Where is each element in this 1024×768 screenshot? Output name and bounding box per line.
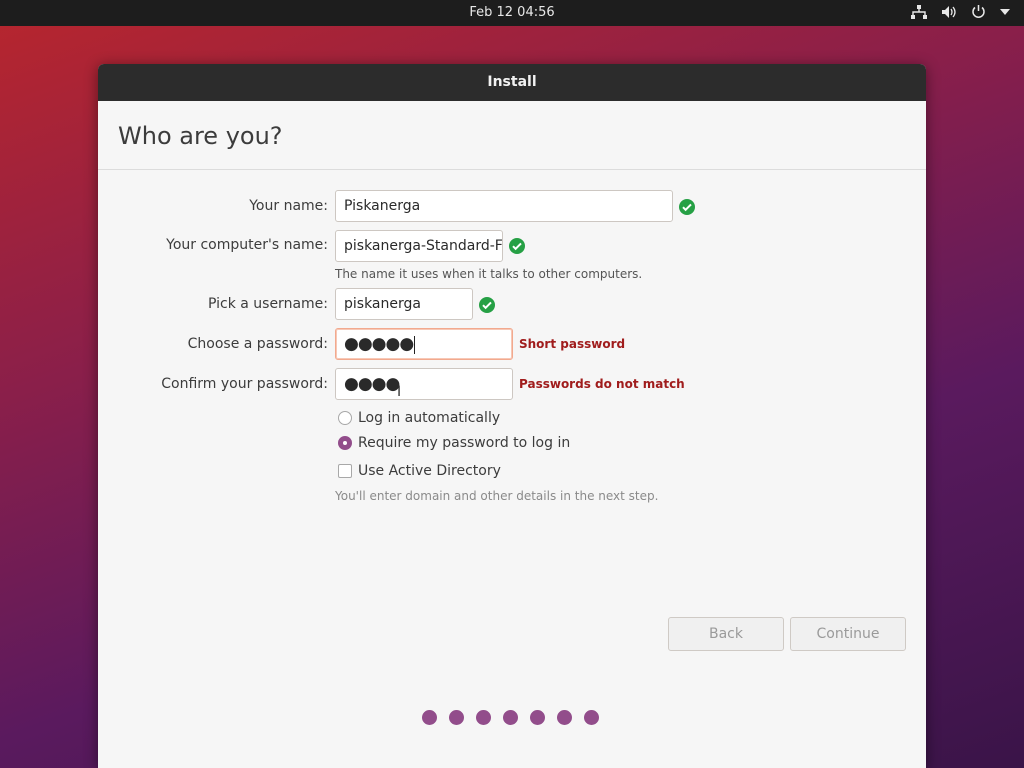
computer-name-label: Your computer's name:: [166, 237, 328, 253]
username-label: Pick a username:: [207, 296, 328, 312]
text-cursor-icon: I: [397, 384, 402, 400]
password-input[interactable]: ●●●●●: [335, 328, 513, 360]
radio-selected-icon[interactable]: [338, 436, 352, 450]
password-mask: ●●●●●: [344, 334, 414, 354]
active-directory-label: Use Active Directory: [358, 463, 501, 479]
login-automatically-option[interactable]: Log in automatically: [338, 410, 500, 426]
back-button[interactable]: Back: [668, 617, 784, 651]
require-password-label: Require my password to log in: [358, 435, 571, 451]
password-label: Choose a password:: [187, 336, 328, 352]
confirm-password-label: Confirm your password:: [161, 376, 328, 392]
network-icon[interactable]: [911, 4, 927, 19]
name-label: Your name:: [249, 198, 328, 214]
divider: [98, 169, 926, 170]
radio-unselected-icon[interactable]: [338, 411, 352, 425]
installer-window: Install Who are you? Your name: Piskaner…: [98, 64, 926, 768]
active-directory-hint: You'll enter domain and other details in…: [335, 489, 659, 503]
progress-dot: [503, 710, 518, 725]
active-directory-option[interactable]: Use Active Directory: [338, 463, 501, 479]
computer-name-input[interactable]: piskanerga-Standard-F: [335, 230, 503, 262]
require-password-option[interactable]: Require my password to log in: [338, 435, 570, 451]
password-error: Short password: [519, 337, 626, 351]
confirm-password-error: Passwords do not match: [519, 377, 685, 391]
confirm-password-input[interactable]: ●●●●: [335, 368, 513, 400]
progress-dot: [557, 710, 572, 725]
text-caret: [414, 336, 416, 354]
confirm-password-mask: ●●●●: [344, 374, 400, 394]
progress-dot: [584, 710, 599, 725]
progress-indicator: [422, 710, 599, 725]
username-input[interactable]: piskanerga: [335, 288, 473, 320]
login-automatically-label: Log in automatically: [358, 410, 501, 426]
clock[interactable]: Feb 12 04:56: [0, 5, 1024, 20]
continue-button[interactable]: Continue: [790, 617, 906, 651]
power-icon[interactable]: [971, 4, 986, 19]
window-title: Install: [98, 64, 926, 101]
computer-name-hint: The name it uses when it talks to other …: [335, 267, 643, 281]
progress-dot: [422, 710, 437, 725]
top-bar: Feb 12 04:56: [0, 0, 1024, 26]
progress-dot: [530, 710, 545, 725]
name-input[interactable]: Piskanerga: [335, 190, 673, 222]
progress-dot: [449, 710, 464, 725]
page-title: Who are you?: [118, 122, 283, 150]
checkbox-icon[interactable]: [338, 464, 352, 478]
progress-dot: [476, 710, 491, 725]
system-tray[interactable]: [911, 4, 1010, 19]
dropdown-arrow-icon[interactable]: [1000, 8, 1010, 15]
computer-name-valid-check-icon: [509, 238, 525, 254]
volume-icon[interactable]: [941, 5, 957, 19]
name-valid-check-icon: [679, 199, 695, 215]
username-valid-check-icon: [479, 297, 495, 313]
